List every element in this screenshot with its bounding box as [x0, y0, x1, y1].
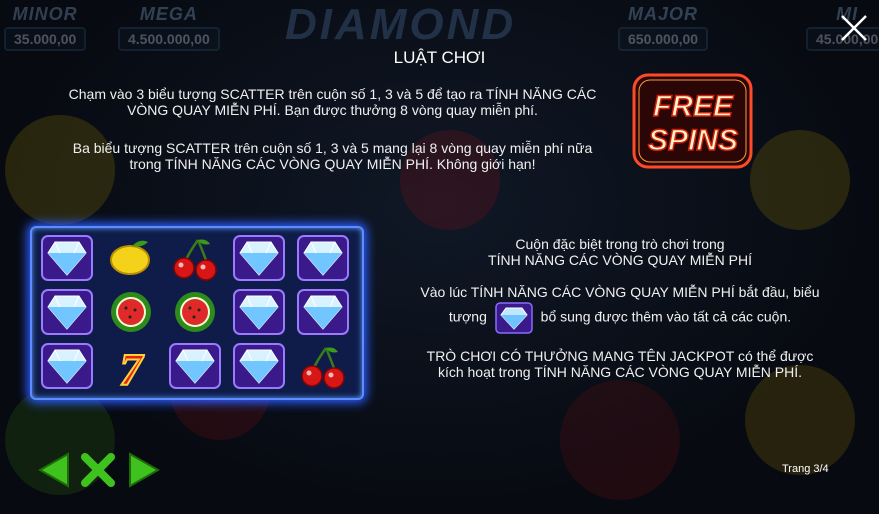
diamond-symbol-icon: [230, 341, 288, 391]
rules-text: bổ sung được thêm vào tất cả các cuộn.: [540, 308, 792, 325]
rules-paragraph-2: Ba biểu tượng SCATTER trên cuộn số 1, 3 …: [72, 140, 593, 172]
page-title: LUẬT CHƠI: [393, 48, 486, 67]
seven-symbol-icon: 7: [102, 341, 160, 391]
watermelon-symbol-icon: [166, 287, 224, 337]
diamond-symbol-icon: [230, 287, 288, 337]
diamond-symbol-icon: [294, 233, 352, 283]
cherry-symbol-icon: [166, 233, 224, 283]
page-indicator: Trang 3/4: [782, 463, 829, 475]
cherry-symbol-icon: [294, 341, 352, 391]
diamond-symbol-icon: [294, 287, 352, 337]
rules-line: Vào lúc TÍNH NĂNG CÁC VÒNG QUAY MIỄN PHÍ…: [420, 284, 820, 300]
close-icon[interactable]: [838, 12, 870, 44]
reel-grid: 7: [30, 226, 364, 400]
badge-line-2: SPINS: [648, 124, 738, 157]
diamond-symbol-icon: [38, 233, 96, 283]
close-rules-x-icon[interactable]: [80, 452, 116, 488]
lemon-symbol-icon: [102, 233, 160, 283]
rules-line: TRÒ CHƠI CÓ THƯỞNG MANG TÊN JACKPOT có t…: [426, 348, 814, 364]
game-logo: DIAMOND: [285, 0, 517, 49]
rules-text: tượng: [448, 308, 487, 325]
previous-page-arrow-icon[interactable]: [38, 452, 70, 488]
svg-text:7: 7: [120, 344, 145, 390]
rules-paragraph-5: TRÒ CHƠI CÓ THƯỞNG MANG TÊN JACKPOT có t…: [395, 348, 845, 380]
diamond-symbol-icon: [495, 302, 533, 334]
rules-line: kích hoạt trong TÍNH NĂNG CÁC VÒNG QUAY …: [437, 364, 803, 380]
rules-line: Cuộn đặc biệt trong trò chơi trong: [515, 236, 725, 252]
jackpot-label: MEGA: [139, 4, 198, 24]
next-page-arrow-icon[interactable]: [128, 452, 160, 488]
badge-line-1: FREE: [653, 90, 734, 123]
diamond-symbol-icon: [38, 287, 96, 337]
rules-paragraph-3: Cuộn đặc biệt trong trò chơi trong TÍNH …: [400, 236, 840, 268]
rules-paragraph-4: Vào lúc TÍNH NĂNG CÁC VÒNG QUAY MIỄN PHÍ…: [390, 284, 850, 334]
rules-paragraph-1: Chạm vào 3 biểu tượng SCATTER trên cuộn …: [68, 86, 597, 118]
free-spins-badge: FREE SPINS: [632, 73, 753, 169]
watermelon-symbol-icon: [102, 287, 160, 337]
diamond-symbol-icon: [38, 341, 96, 391]
jackpot-label: MINOR: [12, 4, 78, 24]
diamond-symbol-icon: [166, 341, 224, 391]
jackpot-label: MAJOR: [628, 4, 699, 24]
rules-line: TÍNH NĂNG CÁC VÒNG QUAY MIỄN PHÍ: [488, 252, 752, 268]
jackpot-mega: MEGA 4.500.000,00: [118, 4, 220, 51]
jackpot-minor: MINOR 35.000,00: [4, 4, 87, 51]
jackpot-major: MAJOR 650.000,00: [618, 4, 709, 51]
diamond-symbol-icon: [230, 233, 288, 283]
